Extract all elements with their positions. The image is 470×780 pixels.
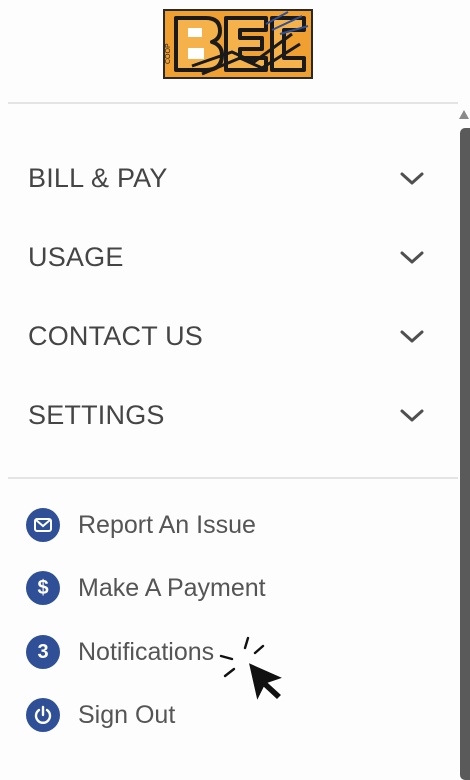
notification-count-badge: 3 <box>26 635 60 669</box>
link-report-an-issue[interactable]: Report An Issue <box>26 505 256 545</box>
chevron-down-icon <box>400 330 424 343</box>
menu-item-label: SETTINGS <box>28 399 165 430</box>
power-icon <box>26 698 60 732</box>
menu-item-contact-us[interactable]: CONTACT US <box>28 316 428 356</box>
chevron-down-icon <box>400 251 424 264</box>
menu-divider <box>8 477 458 479</box>
link-label: Make A Payment <box>78 573 266 602</box>
link-label: Report An Issue <box>78 510 256 539</box>
click-cursor-icon <box>219 636 287 705</box>
bec-logo[interactable]: COOP <box>162 4 314 82</box>
menu-item-label: CONTACT US <box>28 320 204 351</box>
chevron-down-icon <box>400 409 424 422</box>
link-notifications[interactable]: 3 Notifications <box>26 632 214 672</box>
link-label: Notifications <box>78 637 215 666</box>
link-sign-out[interactable]: Sign Out <box>26 695 175 735</box>
dollar-icon: $ <box>26 571 60 605</box>
top-divider <box>8 102 458 104</box>
mail-icon <box>26 508 60 542</box>
chevron-down-icon <box>400 172 424 185</box>
menu-item-bill-pay[interactable]: BILL & PAY <box>28 158 428 198</box>
menu-item-usage[interactable]: USAGE <box>28 237 428 277</box>
bec-logo-graphic: COOP <box>163 9 313 79</box>
scrollbar-thumb[interactable] <box>460 128 470 780</box>
link-make-a-payment[interactable]: $ Make A Payment <box>26 568 266 608</box>
svg-text:COOP: COOP <box>165 43 172 64</box>
menu-item-label: USAGE <box>28 241 124 272</box>
menu-item-label: BILL & PAY <box>28 162 168 193</box>
navigation-drawer: COOP BILL & PAY USAGE CONTACT US SETTING… <box>0 0 470 780</box>
link-label: Sign Out <box>78 700 176 729</box>
menu-item-settings[interactable]: SETTINGS <box>28 395 428 435</box>
scroll-up-arrow-icon[interactable] <box>458 108 470 122</box>
